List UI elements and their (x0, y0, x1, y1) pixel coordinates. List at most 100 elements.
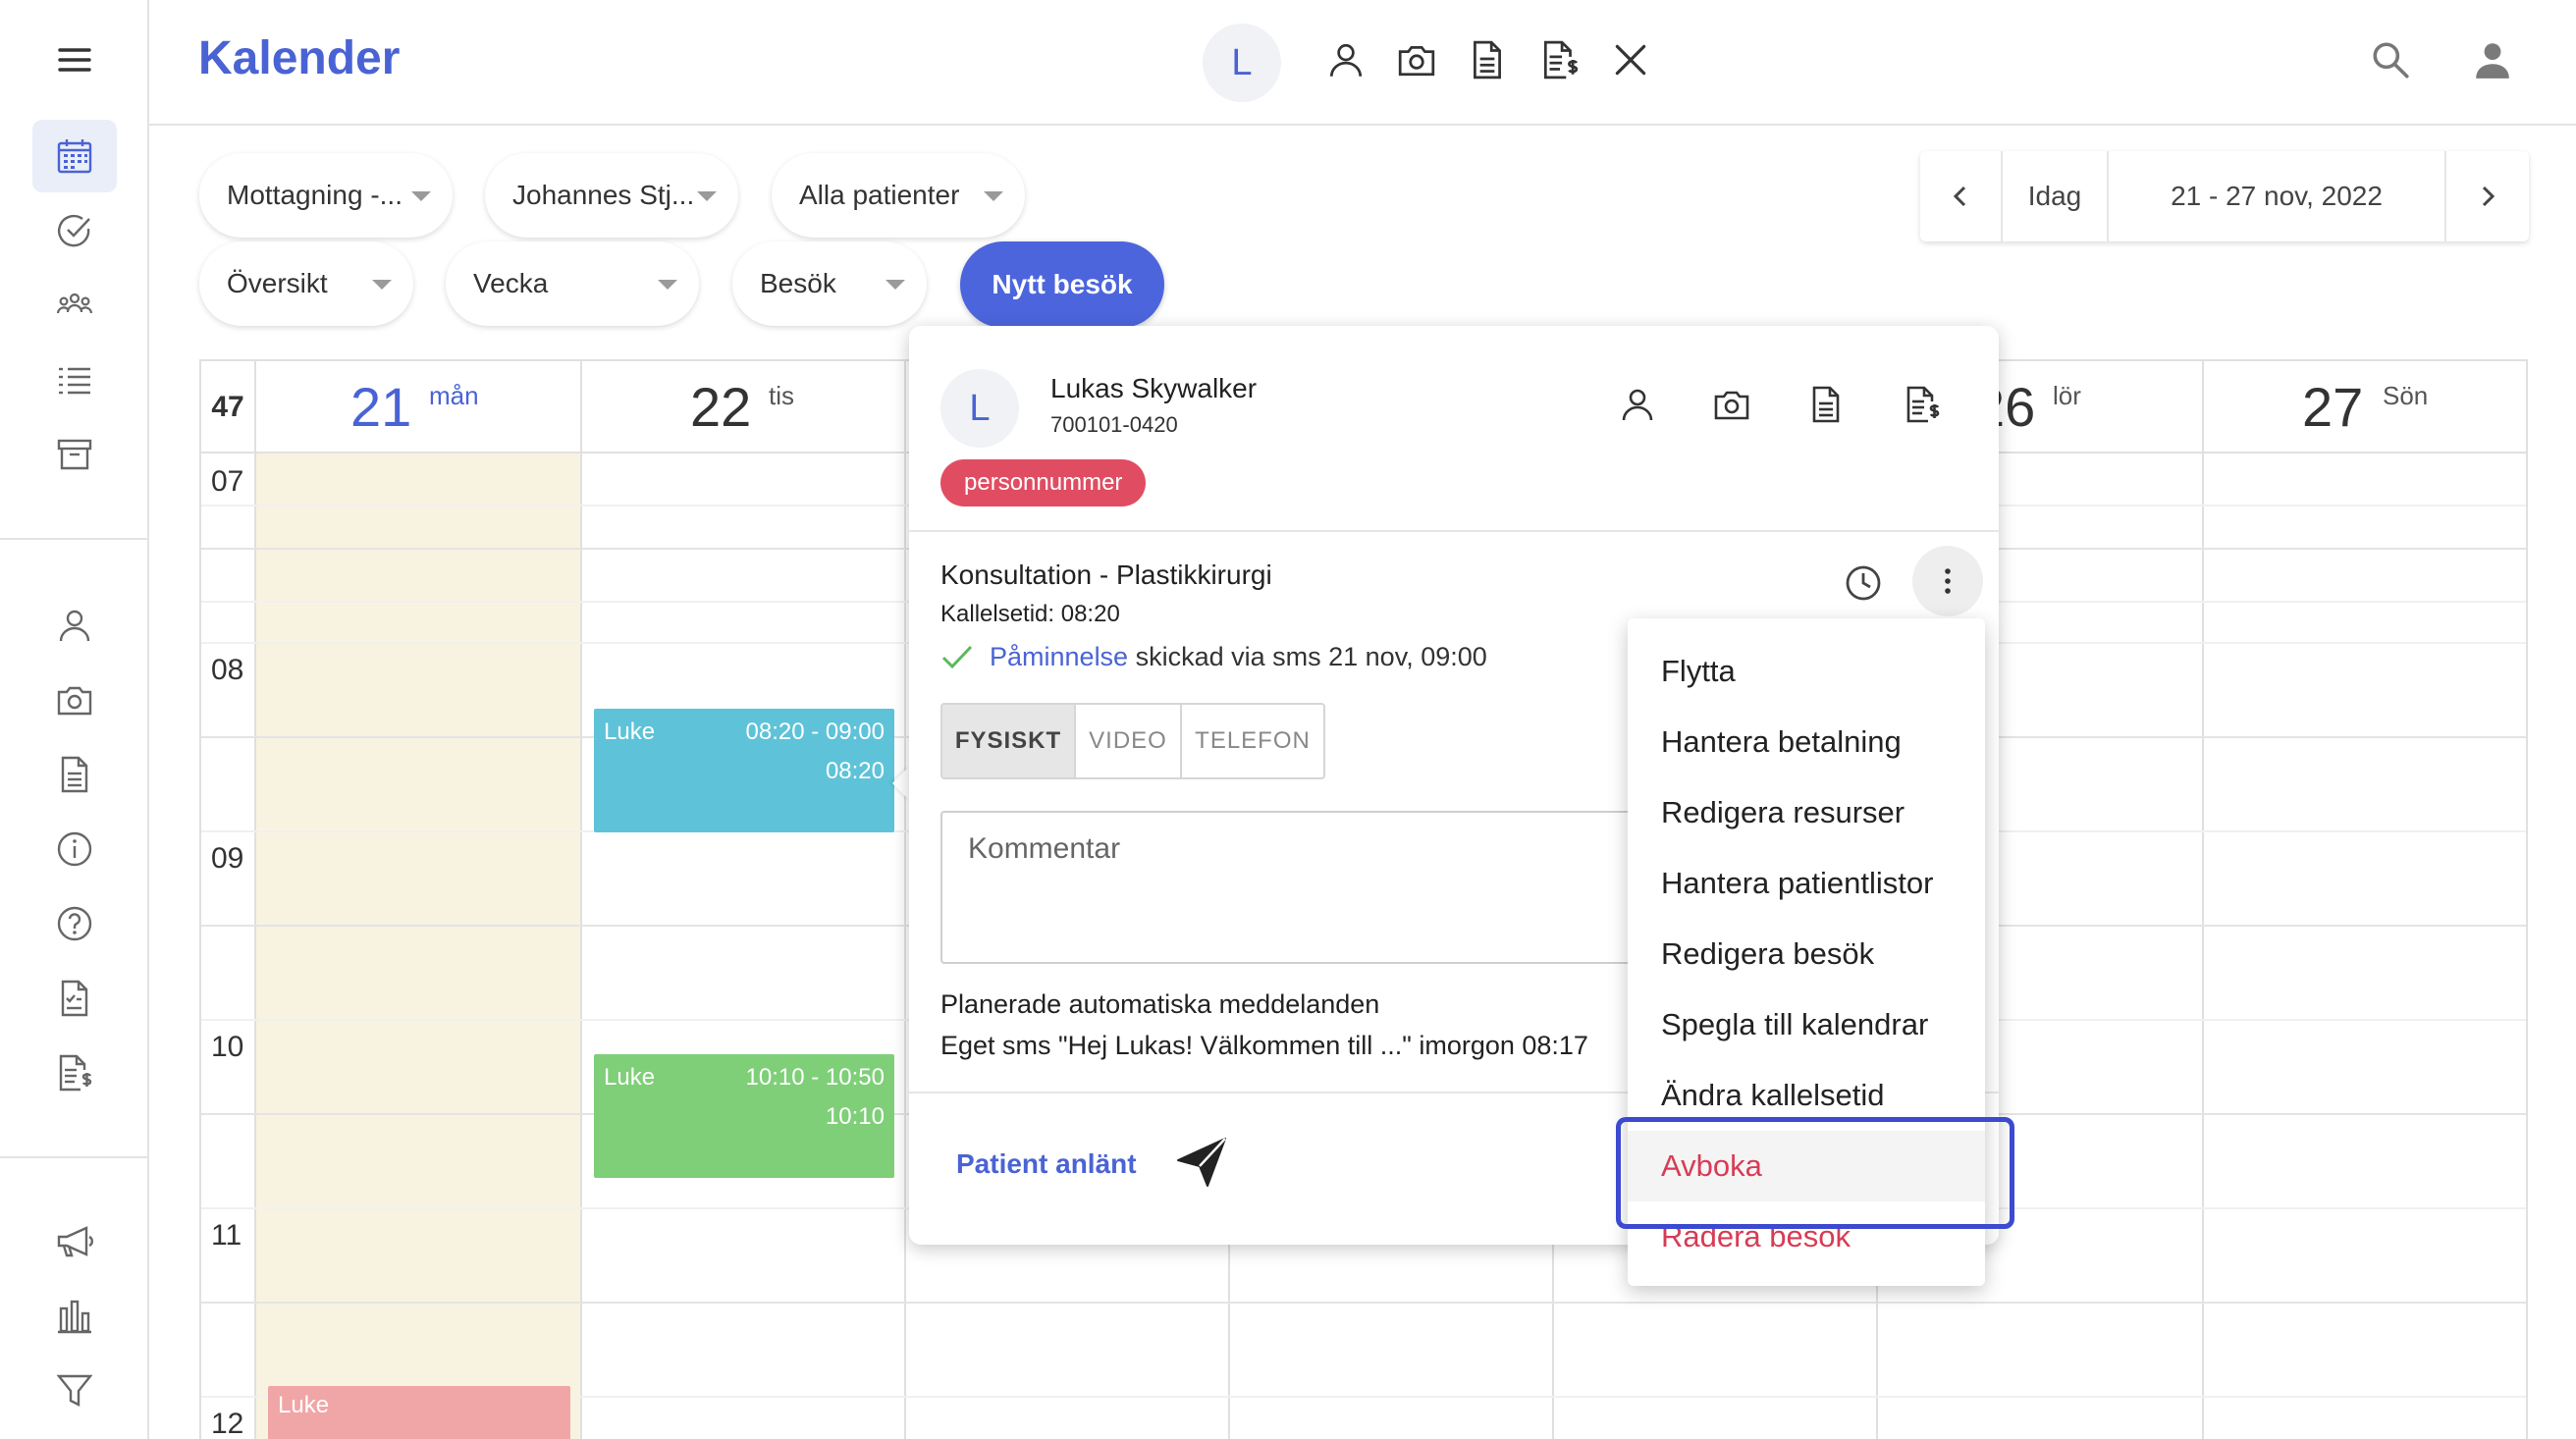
reminder-text: skickad via sms 21 nov, 09:00 (1135, 642, 1487, 671)
calendar-event[interactable]: Luke 10:10 - 10:50 10:10 (594, 1054, 894, 1178)
patient-avatar[interactable]: L (1203, 24, 1281, 102)
highlight-frame (1616, 1117, 2014, 1229)
sidebar-item-archive[interactable] (32, 418, 117, 491)
camera-icon (1398, 46, 1435, 77)
mode-phone-button[interactable]: TELEFON (1182, 705, 1323, 777)
clock-icon[interactable] (1842, 561, 1885, 605)
sidebar-item-filter[interactable] (32, 1355, 117, 1427)
reception-select[interactable]: Mottagning -... (199, 153, 453, 238)
day-number: 27 (2302, 376, 2364, 438)
patient-journal-button[interactable] (1804, 383, 1848, 426)
next-week-button[interactable] (2446, 151, 2529, 241)
mode-video-button[interactable]: VIDEO (1076, 705, 1182, 777)
list-icon (59, 367, 90, 395)
chevron-left-icon (1953, 186, 1966, 207)
sidebar-item-forms[interactable] (32, 962, 117, 1035)
invoice-icon (59, 1054, 92, 1092)
day-header-monday[interactable]: 21 mån (256, 361, 582, 453)
person-icon (1622, 389, 1653, 421)
sidebar-item-calendar[interactable] (32, 120, 117, 192)
sidebar-item-photos[interactable] (32, 664, 117, 736)
new-visit-button[interactable]: Nytt besök (960, 241, 1164, 328)
date-range-label[interactable]: 21 - 27 nov, 2022 (2109, 151, 2446, 241)
person-icon (59, 610, 90, 642)
mode-physical-button[interactable]: FYSISKT (942, 705, 1076, 777)
practitioner-select-value: Johannes Stj... (512, 180, 695, 210)
menu-item-move[interactable]: Flytta (1628, 636, 1985, 707)
visit-title: Konsultation - Plastikkirurgi (940, 560, 1272, 590)
reminder-status: Påminnelse skickad via sms 21 nov, 09:00 (940, 642, 1487, 672)
patients-select[interactable]: Alla patienter (772, 153, 1025, 238)
patient-name[interactable]: Lukas Skywalker (1050, 373, 1257, 404)
sidebar-item-lists[interactable] (32, 344, 117, 416)
patient-arrived-button[interactable]: Patient anlänt (956, 1148, 1137, 1180)
patient-journal-button[interactable] (1465, 37, 1510, 82)
patient-avatar: L (940, 369, 1019, 448)
chevron-down-icon (886, 280, 905, 290)
patient-invoice-button[interactable] (1901, 383, 1944, 426)
form-document-icon (61, 980, 88, 1017)
today-button[interactable]: Idag (2003, 151, 2109, 241)
menu-item-edit-resources[interactable]: Redigera resurser (1628, 777, 1985, 848)
search-icon (2373, 42, 2409, 79)
view-select[interactable]: Översikt (199, 241, 413, 326)
hour-label: 07 (211, 465, 244, 498)
document-icon (61, 756, 88, 793)
patient-photos-button[interactable] (1394, 37, 1439, 82)
practitioner-select[interactable]: Johannes Stj... (485, 153, 738, 238)
sidebar-item-tasks[interactable] (32, 194, 117, 267)
hour-label: 12 (211, 1408, 244, 1439)
account-button[interactable] (2470, 37, 2515, 82)
calendar-event[interactable]: Luke 08:20 - 09:00 08:20 (594, 709, 894, 832)
patient-profile-button[interactable] (1616, 383, 1659, 426)
sidebar-item-patient[interactable] (32, 589, 117, 662)
calendar-icon (57, 139, 92, 174)
info-icon (57, 831, 92, 867)
sidebar-item-info[interactable] (32, 813, 117, 885)
call-time: Kallelsetid: 08:20 (940, 601, 1120, 627)
reminder-link[interactable]: Påminnelse (990, 642, 1128, 671)
calendar-event[interactable]: Luke (268, 1386, 570, 1439)
previous-week-button[interactable] (1920, 151, 2003, 241)
archive-icon (57, 439, 92, 470)
more-options-button[interactable] (1912, 546, 1983, 616)
menu-item-patient-lists[interactable]: Hantera patientlistor (1628, 848, 1985, 919)
patient-invoice-button[interactable] (1537, 37, 1583, 82)
hour-label: 09 (211, 842, 244, 875)
day-number: 21 (350, 376, 412, 438)
event-patient: Luke (278, 1392, 330, 1418)
chevron-down-icon (984, 191, 1003, 201)
personal-number: 700101-0420 (1050, 412, 1178, 437)
sidebar-item-journal[interactable] (32, 738, 117, 811)
period-select[interactable]: Vecka (446, 241, 699, 326)
patient-profile-button[interactable] (1323, 37, 1368, 82)
menu-item-mirror-calendars[interactable]: Spegla till kalendrar (1628, 989, 1985, 1060)
send-icon[interactable] (1174, 1135, 1229, 1190)
day-header-sunday[interactable]: 27 Sön (2204, 361, 2526, 453)
sidebar-item-statistics[interactable] (32, 1280, 117, 1353)
sidebar-item-campaigns[interactable] (32, 1205, 117, 1278)
sidebar-item-help[interactable] (32, 887, 117, 960)
invoice-icon (1906, 386, 1940, 423)
comment-field[interactable]: Kommentar (940, 811, 1667, 964)
day-name: lör (2053, 381, 2081, 410)
patient-photos-button[interactable] (1710, 383, 1753, 426)
date-navigator: Idag 21 - 27 nov, 2022 (1920, 151, 2529, 241)
sidebar-divider (0, 538, 149, 540)
search-button[interactable] (2368, 37, 2413, 82)
close-patient-button[interactable] (1608, 37, 1653, 82)
sidebar-item-groups[interactable] (32, 269, 117, 342)
day-name: Sön (2383, 381, 2429, 410)
menu-item-edit-visit[interactable]: Redigera besök (1628, 919, 1985, 989)
sidebar-divider (0, 1156, 149, 1158)
camera-icon (1714, 391, 1749, 420)
visit-mode-toggle: FYSISKT VIDEO TELEFON (940, 703, 1325, 779)
event-patient: Luke (604, 719, 656, 745)
day-header-tuesday[interactable]: 22 tis (582, 361, 906, 453)
sidebar-item-invoices[interactable] (32, 1037, 117, 1109)
person-icon (1329, 43, 1363, 77)
event-time: 08:20 - 09:00 (745, 719, 885, 745)
menu-toggle-button[interactable] (32, 24, 117, 96)
menu-item-payment[interactable]: Hantera betalning (1628, 707, 1985, 777)
visit-type-select[interactable]: Besök (732, 241, 927, 326)
